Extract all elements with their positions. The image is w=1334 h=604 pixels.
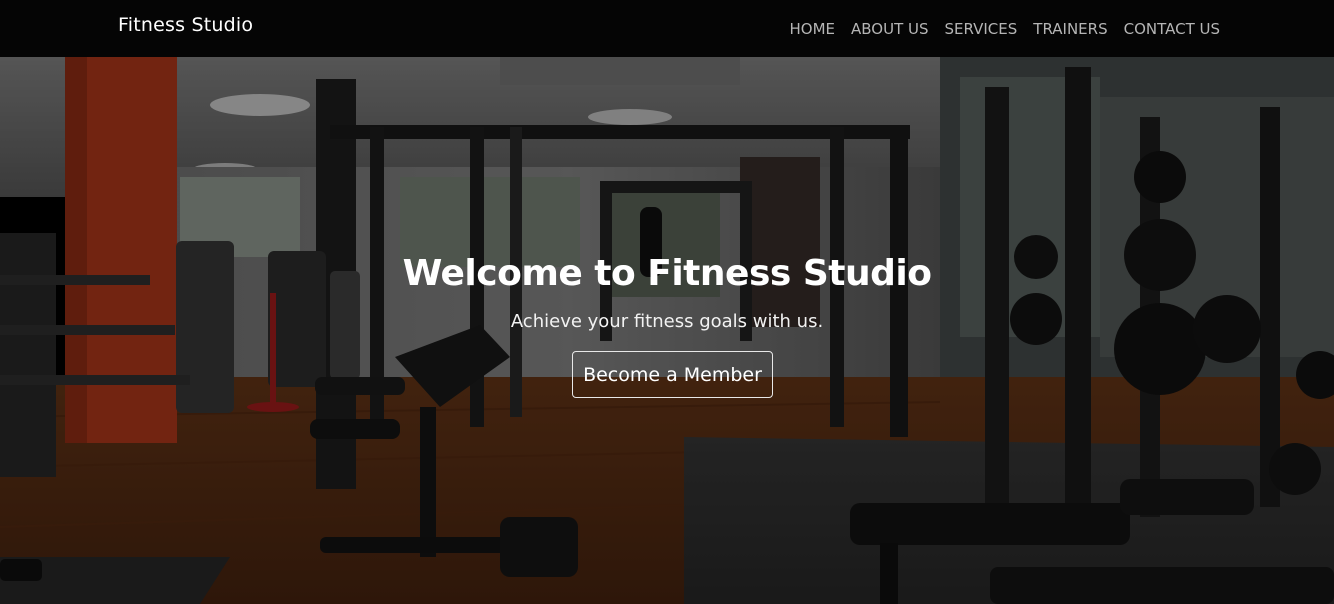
nav-link-services[interactable]: SERVICES xyxy=(945,20,1018,38)
nav-menu: HOME ABOUT US SERVICES TRAINERS CONTACT … xyxy=(789,0,1220,57)
hero-title: Welcome to Fitness Studio xyxy=(402,253,932,294)
brand-logo[interactable]: Fitness Studio xyxy=(118,14,253,36)
navbar: Fitness Studio HOME ABOUT US SERVICES TR… xyxy=(0,0,1334,57)
nav-link-contact-us[interactable]: CONTACT US xyxy=(1124,20,1220,38)
nav-link-about-us[interactable]: ABOUT US xyxy=(851,20,929,38)
become-member-button[interactable]: Become a Member xyxy=(572,351,773,398)
hero-content: Welcome to Fitness Studio Achieve your f… xyxy=(0,57,1334,604)
nav-link-trainers[interactable]: TRAINERS xyxy=(1033,20,1107,38)
nav-link-home[interactable]: HOME xyxy=(789,20,835,38)
hero-subtitle: Achieve your fitness goals with us. xyxy=(510,311,824,332)
hero-section: Welcome to Fitness Studio Achieve your f… xyxy=(0,57,1334,604)
